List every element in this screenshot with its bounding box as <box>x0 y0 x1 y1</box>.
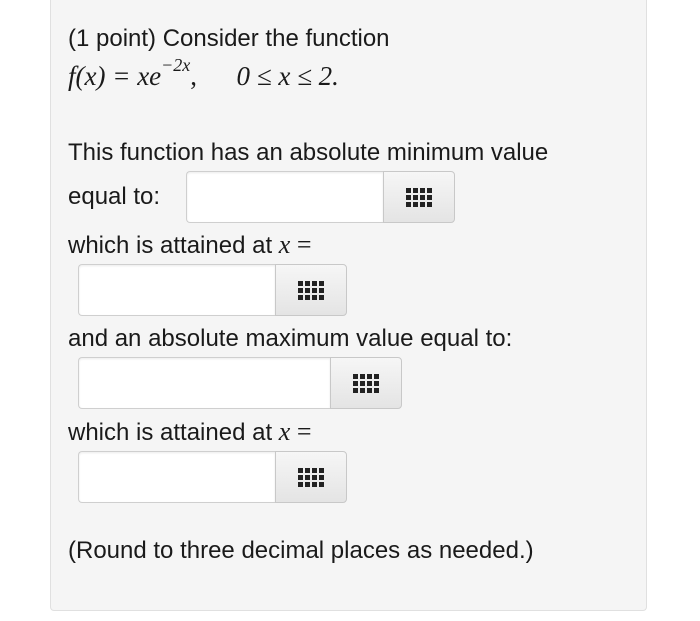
grid-icon <box>298 467 324 487</box>
max-x-answer <box>78 451 347 503</box>
min-value-answer <box>186 171 455 223</box>
min-value-label-cont: equal to: <box>68 183 161 210</box>
min-x-label-text: which is attained at <box>68 232 273 259</box>
grid-icon <box>298 280 324 300</box>
min-value-palette-button[interactable] <box>383 171 455 223</box>
min-value-label: This function has an absolute minimum va… <box>68 139 549 166</box>
max-value-input[interactable] <box>78 357 330 409</box>
function-definition: f(x) = xe−2x, 0 ≤ x ≤ 2. <box>68 56 339 92</box>
equals-sign: = <box>296 230 312 259</box>
rounding-note: (Round to three decimal places as needed… <box>68 537 534 564</box>
problem-intro: (1 point) Consider the function <box>68 25 390 52</box>
x-variable: x <box>278 417 291 446</box>
min-x-label: which is attained at x = <box>68 230 312 261</box>
max-x-palette-button[interactable] <box>275 451 347 503</box>
min-x-palette-button[interactable] <box>275 264 347 316</box>
max-x-label: which is attained at x = <box>68 417 312 448</box>
grid-icon <box>406 187 432 207</box>
function-domain: 0 ≤ x ≤ 2. <box>236 61 339 91</box>
grid-icon <box>353 373 379 393</box>
function-lhs: f(x) = xe <box>68 61 162 91</box>
min-x-input[interactable] <box>78 264 275 316</box>
x-variable: x <box>278 230 291 259</box>
min-x-equation: x = <box>279 230 312 259</box>
min-value-input[interactable] <box>186 171 383 223</box>
max-value-palette-button[interactable] <box>330 357 402 409</box>
max-value-answer <box>78 357 402 409</box>
max-x-equation: x = <box>279 417 312 446</box>
max-value-label: and an absolute maximum value equal to: <box>68 325 513 352</box>
equals-sign: = <box>296 417 312 446</box>
function-exponent: −2x <box>161 55 191 75</box>
problem-panel: (1 point) Consider the function f(x) = x… <box>50 0 647 611</box>
min-x-answer <box>78 264 347 316</box>
function-separator: , <box>190 61 198 91</box>
max-x-input[interactable] <box>78 451 275 503</box>
max-x-label-text: which is attained at <box>68 419 273 446</box>
